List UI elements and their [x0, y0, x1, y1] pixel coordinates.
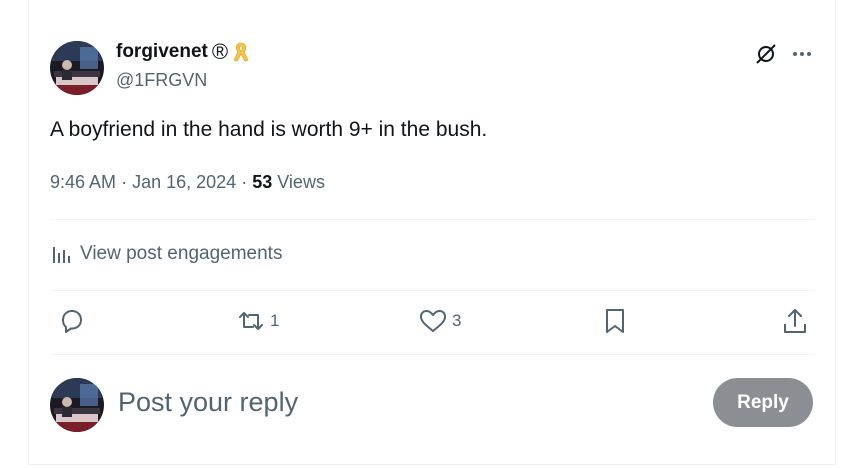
registered-mark: ® [211, 39, 229, 64]
post-date[interactable]: Jan 16, 2024 [132, 172, 236, 192]
repost-action[interactable]: 1 [236, 306, 279, 336]
bookmark-action[interactable] [601, 306, 629, 336]
repost-count: 1 [270, 311, 280, 330]
reply-button[interactable]: Reply [713, 378, 813, 427]
like-icon [418, 306, 448, 336]
yellow-ribbon-icon [232, 41, 250, 63]
post-text: A boyfriend in the hand is worth 9+ in t… [50, 118, 488, 141]
divider [50, 219, 815, 220]
grok-icon[interactable] [754, 42, 778, 66]
view-engagements-link[interactable]: View post engagements [50, 240, 282, 268]
reply-input[interactable]: Post your reply [118, 384, 298, 420]
post-meta: 9:46 AM · Jan 16, 2024 · 53 Views [50, 170, 325, 194]
views-count: 53 [252, 172, 273, 192]
like-count: 3 [452, 311, 462, 330]
reply-action[interactable] [58, 306, 90, 336]
analytics-icon [50, 243, 72, 265]
more-icon[interactable] [790, 42, 814, 66]
divider [50, 290, 815, 291]
meta-separator: · [241, 172, 248, 192]
share-action[interactable] [781, 306, 809, 336]
reply-icon [58, 306, 86, 336]
author-name[interactable]: forgivenet [116, 40, 208, 64]
repost-icon [236, 306, 266, 336]
author-name-row[interactable]: forgivenet ® [116, 40, 250, 64]
user-avatar[interactable] [50, 378, 104, 432]
author-avatar[interactable] [50, 41, 104, 95]
bookmark-icon [601, 306, 629, 336]
meta-separator: · [121, 172, 128, 192]
author-handle[interactable]: @1FRGVN [116, 68, 207, 92]
engagements-label: View post engagements [80, 243, 283, 264]
post-time[interactable]: 9:46 AM [50, 172, 116, 192]
divider [50, 354, 815, 355]
like-action[interactable]: 3 [418, 306, 461, 336]
views-label: Views [277, 172, 325, 192]
share-icon [781, 306, 809, 336]
